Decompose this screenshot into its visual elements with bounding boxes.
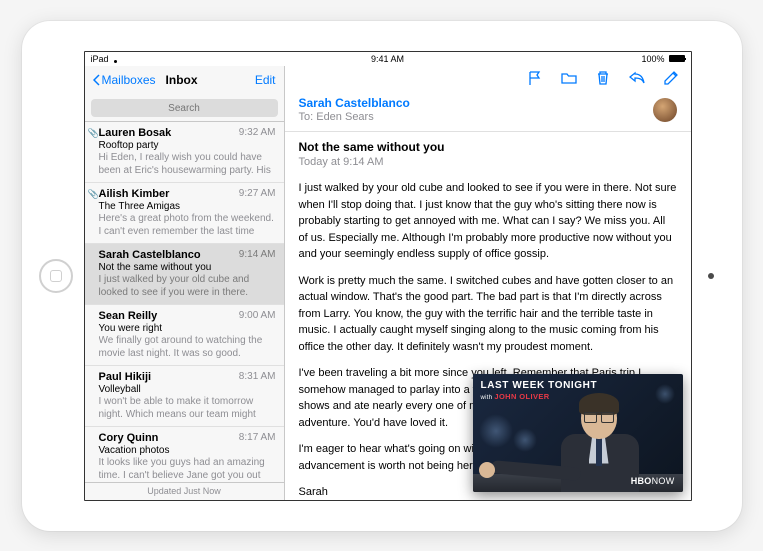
sidebar: Mailboxes Inbox Edit 📎Lauren Bosak9:32 A… [85, 66, 285, 500]
move-button[interactable] [561, 70, 577, 86]
ipad-device: iPad 9:41 AM 100% Mailboxes Inbox Edit [22, 21, 742, 531]
msg-preview: Hi Eden, I really wish you could have be… [99, 152, 276, 177]
message-subject: Not the same without you [285, 132, 691, 156]
mailbox-title: Inbox [166, 73, 198, 87]
msg-subject: You were right [99, 323, 276, 334]
message-row[interactable]: Sarah Castelblanco9:14 AMNot the same wi… [85, 244, 284, 305]
msg-subject: The Three Amigas [99, 201, 276, 212]
message-row[interactable]: 📎Lauren Bosak9:32 AMRooftop partyHi Eden… [85, 122, 284, 183]
clock: 9:41 AM [371, 54, 404, 64]
sidebar-header: Mailboxes Inbox Edit [85, 66, 284, 94]
msg-time: 9:27 AM [239, 188, 276, 199]
flag-button[interactable] [527, 70, 543, 86]
msg-time: 9:14 AM [239, 249, 276, 260]
msg-subject: Volleyball [99, 384, 276, 395]
msg-subject: Vacation photos [99, 445, 276, 456]
msg-time: 9:32 AM [239, 127, 276, 138]
camera [708, 273, 714, 279]
reply-button[interactable] [629, 70, 645, 86]
msg-preview: We finally got around to watching the mo… [99, 335, 276, 360]
message-row[interactable]: Paul Hikiji8:31 AMVolleyballI won't be a… [85, 366, 284, 427]
back-label: Mailboxes [102, 73, 156, 87]
msg-preview: Here's a great photo from the weekend. I… [99, 213, 276, 238]
msg-preview: It looks like you guys had an amazing ti… [99, 457, 276, 482]
msg-preview: I just walked by your old cube and looke… [99, 274, 276, 299]
message-date: Today at 9:14 AM [285, 156, 691, 176]
trash-button[interactable] [595, 70, 611, 86]
body-paragraph: I just walked by your old cube and looke… [299, 180, 677, 263]
avatar[interactable] [653, 98, 677, 122]
pip-title: LAST WEEK TONIGHT withJOHN OLIVER [481, 380, 598, 402]
attachment-icon: 📎 [88, 128, 99, 139]
msg-time: 8:17 AM [239, 432, 276, 443]
sender-name[interactable]: Sarah Castelblanco [299, 96, 677, 110]
carrier-label: iPad [91, 54, 109, 64]
message-row[interactable]: 📎Ailish Kimber9:27 AMThe Three AmigasHer… [85, 183, 284, 244]
status-bar: iPad 9:41 AM 100% [85, 52, 691, 66]
message-header: Sarah Castelblanco To: Eden Sears [285, 92, 691, 132]
msg-subject: Not the same without you [99, 262, 276, 273]
home-button[interactable] [39, 259, 73, 293]
recipient: To: Eden Sears [299, 111, 677, 123]
battery-label: 100% [641, 54, 664, 64]
search-input[interactable] [91, 99, 278, 117]
msg-subject: Rooftop party [99, 140, 276, 151]
toolbar [285, 66, 691, 93]
message-content: Sarah Castelblanco To: Eden Sears Not th… [285, 66, 691, 500]
msg-preview: I won't be able to make it tomorrow nigh… [99, 396, 276, 421]
msg-time: 9:00 AM [239, 310, 276, 321]
msg-time: 8:31 AM [239, 371, 276, 382]
sidebar-footer: Updated Just Now [85, 482, 284, 500]
message-row[interactable]: Cory Quinn8:17 AMVacation photosIt looks… [85, 427, 284, 482]
screen: iPad 9:41 AM 100% Mailboxes Inbox Edit [84, 51, 692, 501]
body-paragraph: Work is pretty much the same. I switched… [299, 273, 677, 356]
attachment-icon: 📎 [88, 189, 99, 200]
edit-button[interactable]: Edit [255, 73, 276, 87]
wifi-icon [111, 55, 121, 63]
compose-button[interactable] [663, 70, 679, 86]
message-row[interactable]: Sean Reilly9:00 AMYou were rightWe final… [85, 305, 284, 366]
battery-icon [669, 55, 685, 62]
mail-app: Mailboxes Inbox Edit 📎Lauren Bosak9:32 A… [85, 66, 691, 500]
back-button[interactable]: Mailboxes [93, 73, 156, 87]
message-list[interactable]: 📎Lauren Bosak9:32 AMRooftop partyHi Eden… [85, 122, 284, 482]
picture-in-picture[interactable]: LAST WEEK TONIGHT withJOHN OLIVER HBONOW [473, 374, 683, 492]
search-wrap [85, 94, 284, 123]
pip-provider: HBONOW [631, 476, 675, 486]
